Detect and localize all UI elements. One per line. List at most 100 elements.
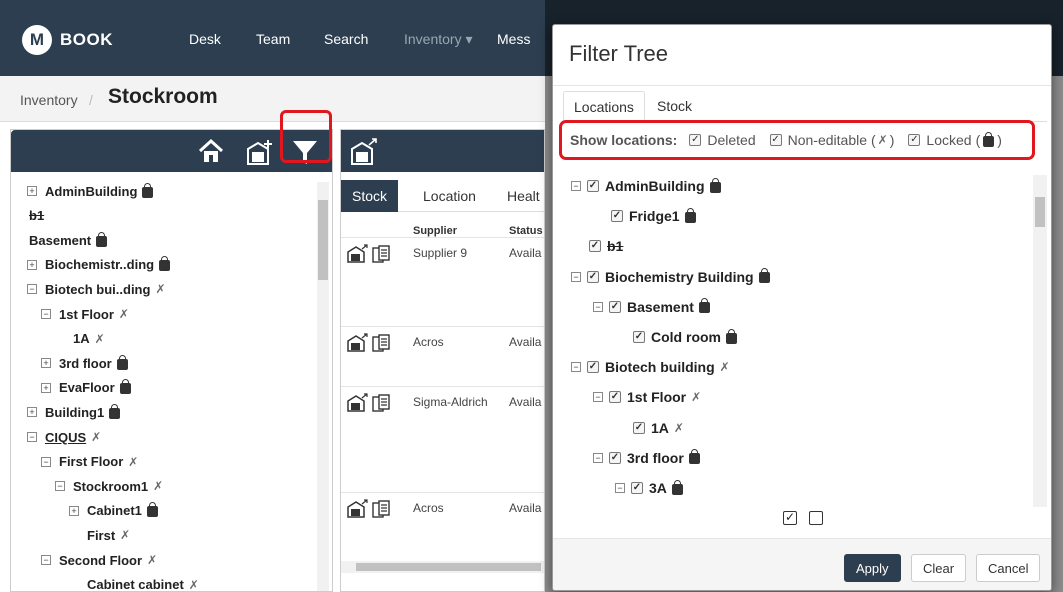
tree-node[interactable]: − Biotech bui..ding ✗ bbox=[27, 278, 166, 300]
node-checkbox[interactable]: ✓ bbox=[587, 270, 599, 283]
tab-locations[interactable]: Locations bbox=[563, 91, 645, 122]
option-non-editable[interactable]: ✓ Non-editable (✗) bbox=[769, 132, 894, 148]
collapse-icon[interactable]: − bbox=[41, 309, 51, 319]
nav-inventory[interactable]: Inventory ▾ bbox=[404, 31, 473, 48]
collapse-icon[interactable]: − bbox=[615, 483, 625, 493]
tree-node[interactable]: b1 bbox=[29, 205, 44, 227]
content-scrollbar-thumb[interactable] bbox=[356, 563, 541, 571]
nav-search[interactable]: Search bbox=[324, 31, 368, 47]
node-checkbox[interactable]: ✓ bbox=[631, 482, 643, 494]
filter-tree-node[interactable]: ✓ 1A ✗ bbox=[633, 417, 684, 439]
collapse-icon[interactable]: − bbox=[41, 555, 51, 565]
move-storage-icon[interactable] bbox=[349, 137, 379, 167]
deleted-checkbox[interactable]: ✓ bbox=[689, 134, 702, 146]
tree-node-label[interactable]: Cabinet cabinet bbox=[87, 577, 184, 591]
expand-icon[interactable]: + bbox=[69, 505, 79, 516]
tree-node[interactable]: − First Floor ✗ bbox=[41, 451, 138, 473]
filter-tree-node[interactable]: − ✓ AdminBuilding bbox=[571, 175, 721, 197]
table-row[interactable]: Sigma-Aldrich Availa bbox=[341, 386, 544, 464]
cancel-button[interactable]: Cancel bbox=[976, 554, 1041, 582]
collapse-icon[interactable]: − bbox=[41, 456, 51, 467]
tree-scrollbar[interactable] bbox=[317, 182, 329, 591]
tree-node-label[interactable]: First bbox=[87, 528, 115, 543]
tree-node-label[interactable]: Stockroom1 bbox=[73, 479, 148, 494]
tree-node-label[interactable]: CIQUS bbox=[45, 430, 86, 445]
tree-node[interactable]: + AdminBuilding bbox=[27, 180, 154, 202]
tree-node[interactable]: − Stockroom1 ✗ bbox=[55, 475, 163, 497]
tree-node-label[interactable]: EvaFloor bbox=[59, 380, 115, 395]
node-checkbox[interactable]: ✓ bbox=[609, 451, 621, 464]
tree-node[interactable]: − Second Floor ✗ bbox=[41, 549, 157, 571]
nav-messages[interactable]: Mess bbox=[497, 31, 530, 47]
tab-stock[interactable]: Stock bbox=[341, 180, 399, 212]
filter-tree-scrollbar-thumb[interactable] bbox=[1035, 197, 1045, 227]
filter-tree-node[interactable]: − ✓ Biochemistry Building bbox=[571, 266, 770, 288]
tree-node[interactable]: + Biochemistr..ding bbox=[27, 254, 171, 276]
node-checkbox[interactable]: ✓ bbox=[587, 361, 599, 374]
tree-node[interactable]: + Building1 bbox=[27, 401, 121, 423]
expand-icon[interactable]: + bbox=[41, 382, 51, 393]
tree-node[interactable]: First ✗ bbox=[87, 524, 130, 546]
tree-node[interactable]: + EvaFloor bbox=[41, 377, 131, 399]
tab-stock-filter[interactable]: Stock bbox=[647, 91, 702, 122]
tab-location[interactable]: Location bbox=[423, 188, 476, 204]
tree-node[interactable]: +3rd floor bbox=[41, 352, 128, 374]
tree-node-label[interactable]: Biotech bui..ding bbox=[45, 282, 150, 297]
filter-tree-node[interactable]: − ✓ 3A bbox=[615, 477, 683, 499]
expand-icon[interactable]: + bbox=[27, 186, 37, 196]
filter-tree-node[interactable]: − ✓ Basement bbox=[593, 296, 710, 318]
node-checkbox[interactable]: ✓ bbox=[609, 300, 621, 313]
tree-node-label[interactable]: AdminBuilding bbox=[45, 184, 137, 199]
apply-button[interactable]: Apply bbox=[844, 554, 901, 582]
collapse-icon[interactable]: − bbox=[571, 271, 581, 282]
filter-tree-scrollbar[interactable] bbox=[1033, 175, 1047, 507]
node-checkbox[interactable]: ✓ bbox=[633, 331, 645, 343]
collapse-icon[interactable]: − bbox=[571, 362, 581, 373]
tree-node-label[interactable]: Basement bbox=[29, 233, 91, 248]
tab-health[interactable]: Healt bbox=[507, 188, 540, 204]
filter-tree-node[interactable]: − ✓ 3rd floor bbox=[593, 447, 700, 469]
filter-tree-node[interactable]: ✓ b1 bbox=[589, 235, 623, 257]
tree-node-label[interactable]: Cabinet1 bbox=[87, 503, 142, 518]
column-header-supplier[interactable]: Supplier bbox=[413, 225, 457, 237]
collapse-icon[interactable]: − bbox=[55, 481, 65, 492]
add-storage-icon[interactable] bbox=[245, 137, 275, 167]
table-row[interactable]: Supplier 9 Availa bbox=[341, 237, 544, 315]
table-row[interactable]: Acros Availa bbox=[341, 492, 544, 570]
node-checkbox[interactable]: ✓ bbox=[589, 240, 601, 253]
collapse-icon[interactable]: − bbox=[27, 432, 37, 442]
tree-node[interactable]: 1A ✗ bbox=[73, 328, 105, 350]
collapse-icon[interactable]: − bbox=[593, 301, 603, 312]
content-horizontal-scrollbar[interactable] bbox=[341, 561, 544, 573]
option-locked[interactable]: ✓ Locked () bbox=[908, 131, 1002, 148]
tree-node-label[interactable]: Building1 bbox=[45, 405, 104, 420]
node-checkbox[interactable]: ✓ bbox=[609, 391, 621, 404]
node-checkbox[interactable]: ✓ bbox=[587, 180, 599, 192]
tree-node[interactable]: Basement bbox=[29, 229, 108, 251]
tree-node-label[interactable]: 1st Floor bbox=[59, 307, 114, 322]
tree-scrollbar-thumb[interactable] bbox=[318, 200, 328, 280]
filter-tree-node[interactable]: − ✓ 1st Floor ✗ bbox=[593, 386, 701, 408]
collapse-icon[interactable]: − bbox=[593, 392, 603, 403]
nav-desk[interactable]: Desk bbox=[189, 31, 221, 47]
expand-icon[interactable]: + bbox=[41, 358, 51, 369]
home-icon[interactable] bbox=[197, 137, 227, 167]
expand-icon[interactable]: + bbox=[27, 259, 37, 270]
deselect-all-icon[interactable] bbox=[809, 511, 823, 525]
non-editable-checkbox[interactable]: ✓ bbox=[769, 134, 782, 146]
select-all-icon[interactable]: ✓ bbox=[783, 511, 797, 525]
filter-tree-node[interactable]: ✓ Fridge1 bbox=[611, 205, 696, 227]
collapse-icon[interactable]: − bbox=[27, 284, 37, 295]
collapse-icon[interactable]: − bbox=[593, 452, 603, 463]
column-header-status[interactable]: Status bbox=[509, 225, 543, 237]
locked-checkbox[interactable]: ✓ bbox=[908, 134, 921, 146]
tree-node-label[interactable]: Second Floor bbox=[59, 553, 142, 568]
tree-node-label[interactable]: First Floor bbox=[59, 454, 123, 469]
nav-team[interactable]: Team bbox=[256, 31, 290, 47]
tree-node[interactable]: Cabinet cabinet ✗ bbox=[87, 574, 199, 591]
option-deleted[interactable]: ✓ Deleted bbox=[689, 132, 756, 148]
expand-icon[interactable]: + bbox=[27, 407, 37, 418]
tree-node[interactable]: − CIQUS ✗ bbox=[27, 426, 101, 448]
tree-node-label[interactable]: 3rd floor bbox=[59, 356, 112, 371]
brand[interactable]: M BOOK bbox=[22, 25, 113, 55]
